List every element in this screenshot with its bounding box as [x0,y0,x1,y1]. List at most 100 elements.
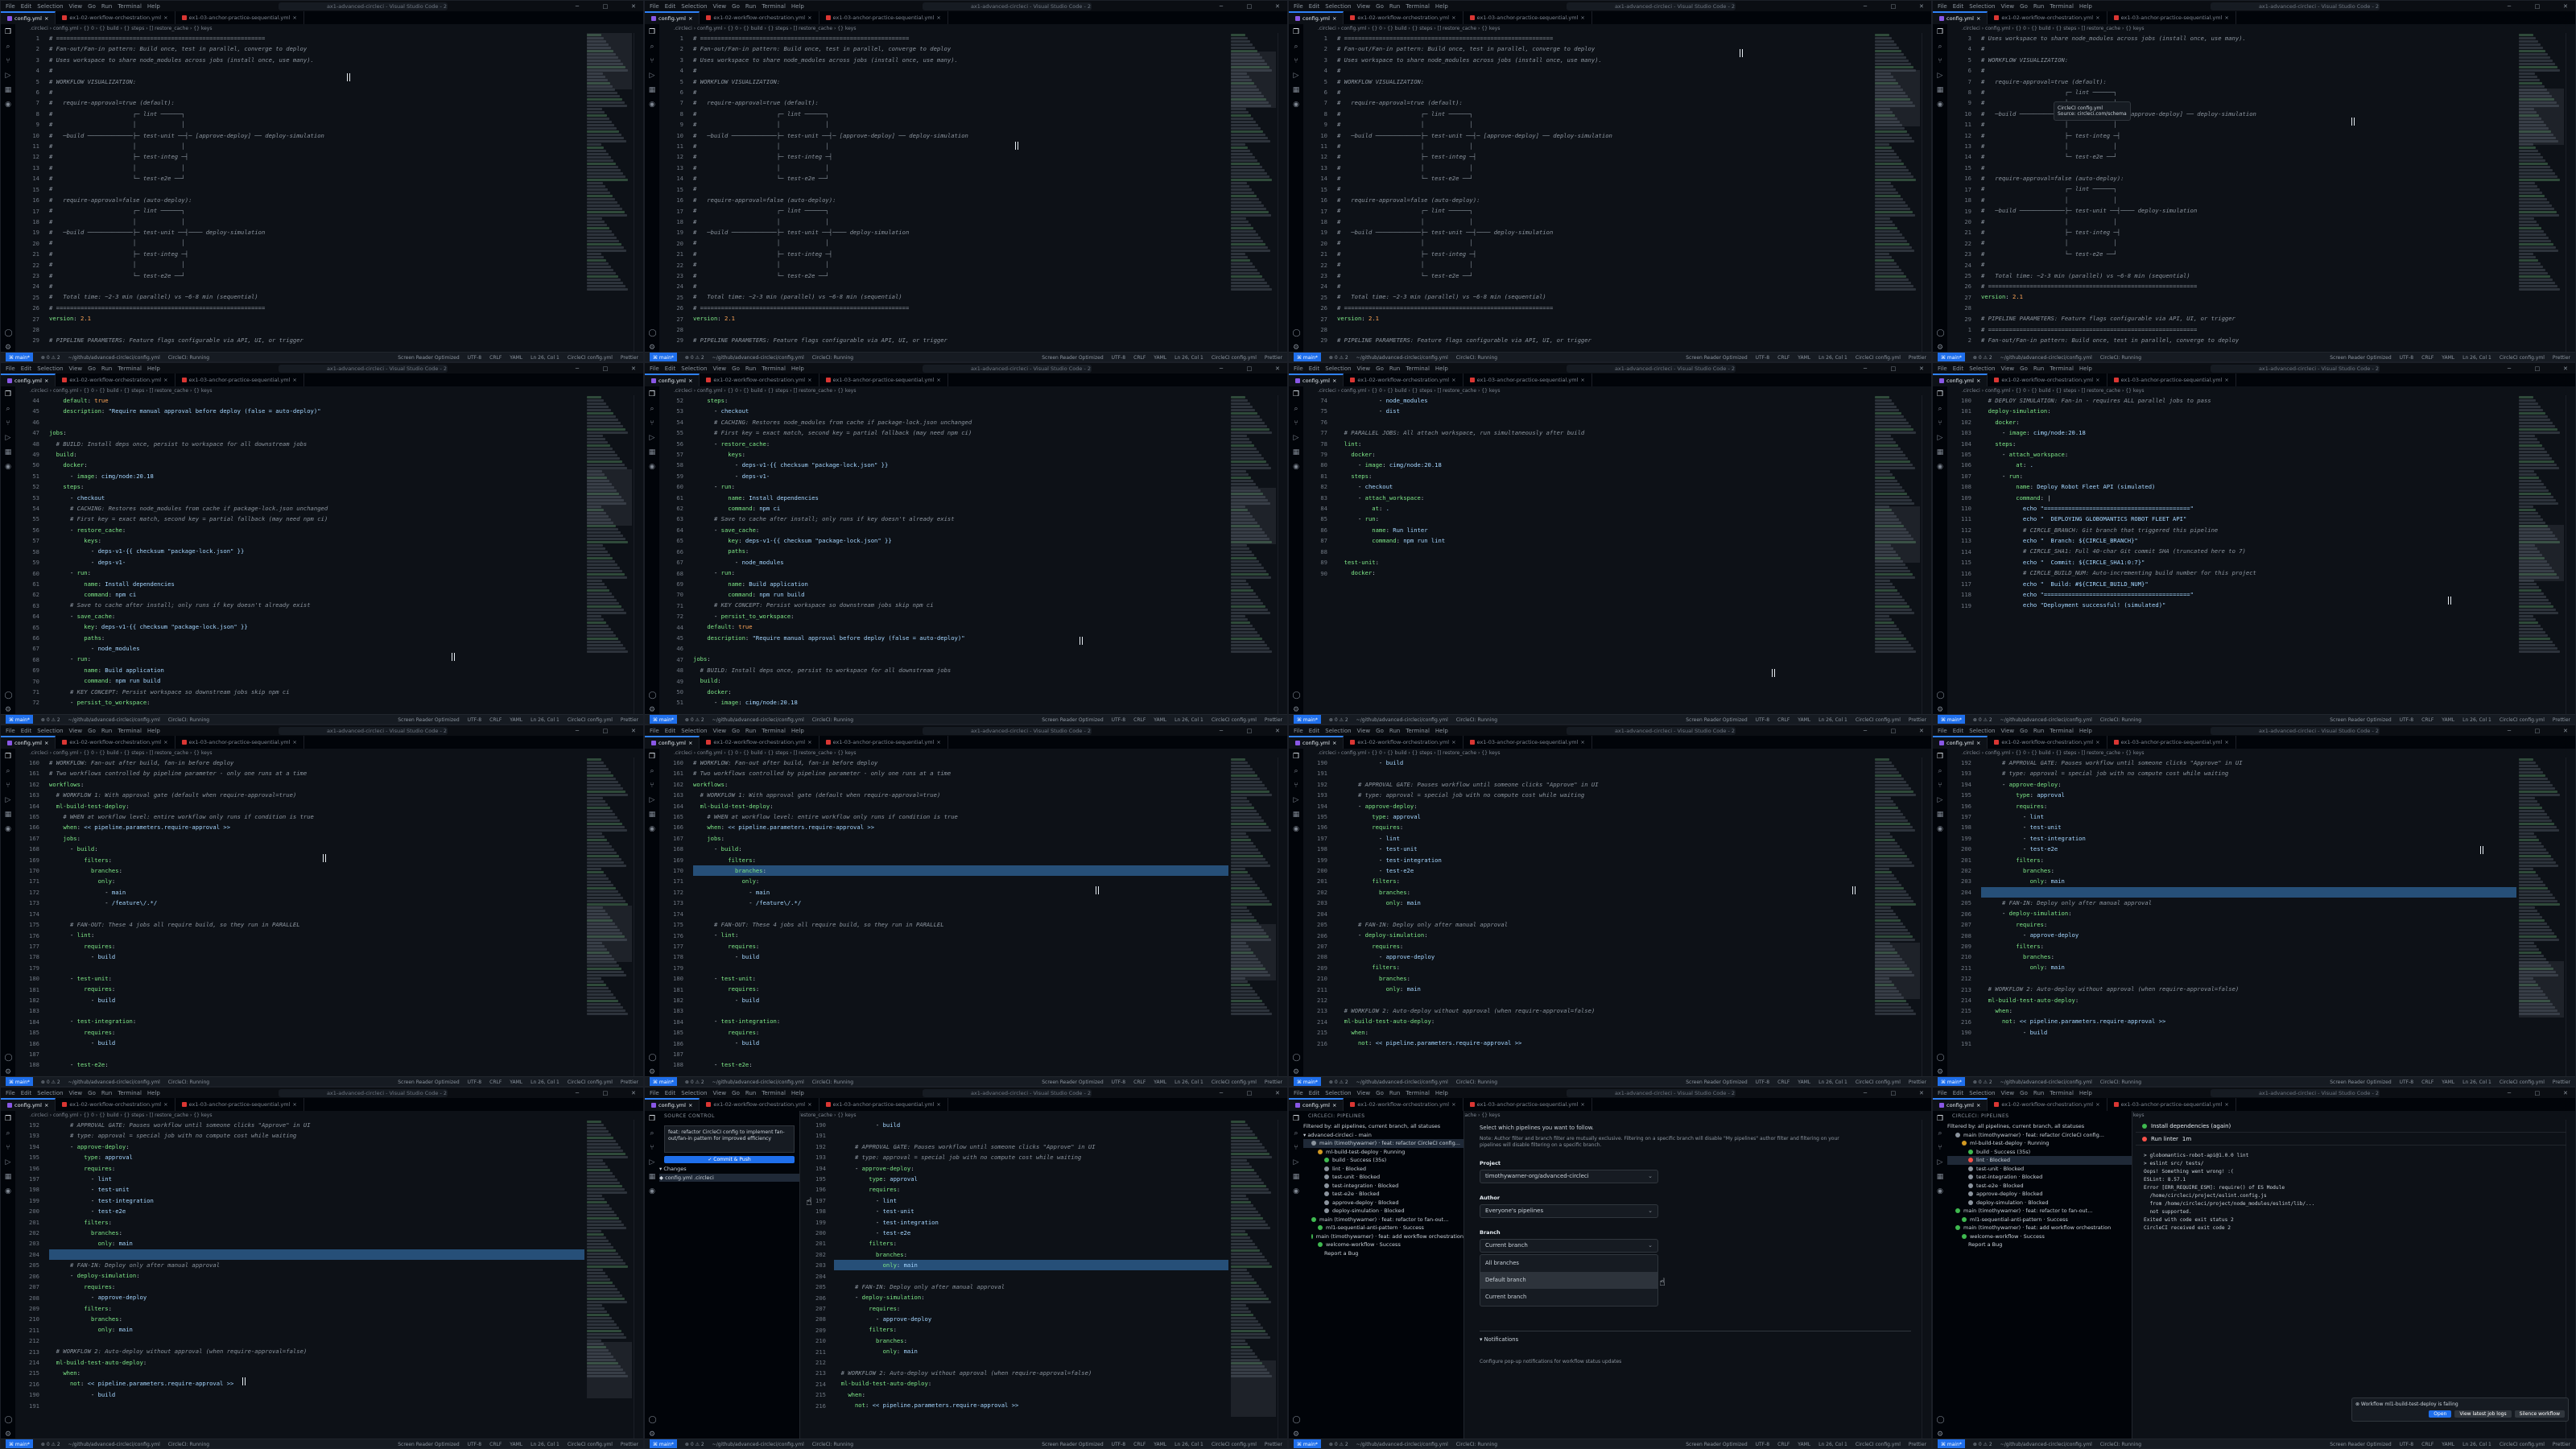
status-item[interactable]: ~/github/advanced-circleci/config.yml [2000,717,2092,723]
status-item[interactable]: CircleCI config.yml [1212,355,1257,361]
menu-item-selection[interactable]: Selection [681,728,707,734]
code-editor[interactable]: - node_modules - dist # PARALLEL JOBS: A… [1337,395,1872,714]
code-line[interactable]: - test-unit [834,1206,1228,1216]
menu-item-run[interactable]: Run [745,728,756,734]
settings-gear-icon[interactable]: ⚙ [649,1069,656,1076]
code-line[interactable]: # FAN-IN: Deploy only after manual appro… [834,1282,1228,1292]
status-item[interactable]: CircleCI: Running [812,717,853,723]
search-icon[interactable]: ⌕ [5,1130,12,1137]
extensions-icon[interactable]: ▦ [5,811,12,819]
circleci-icon[interactable]: ◉ [1937,1188,1944,1195]
code-line[interactable]: - build [693,952,1228,962]
minimap-slider[interactable] [587,33,632,89]
menu-item-terminal[interactable]: Terminal [118,1090,142,1096]
close-icon[interactable]: ✕ [1266,728,1287,734]
code-line[interactable]: # ======================================… [693,303,1228,313]
status-item[interactable]: Screen Reader Optimized [398,355,459,361]
code-line[interactable]: # Two workflows controlled by pipeline p… [49,768,584,778]
tab-config-yml[interactable]: config.yml × [1,736,56,749]
code-line[interactable]: command: npm ci [49,589,584,600]
minimize-icon[interactable]: ─ [1854,728,1876,734]
menu-item-view[interactable]: View [1357,3,1371,10]
code-line[interactable]: key: deps-v1-{{ checksum "package-lock.j… [693,535,1228,546]
tab-close-icon[interactable]: × [936,736,940,749]
account-icon[interactable]: ◯ [5,330,13,337]
code-line[interactable]: - deps-v1- [693,471,1228,481]
code-line[interactable]: # ┌─ lint ──────┐ [693,205,1228,216]
extensions-icon[interactable]: ▦ [649,449,656,456]
code-line[interactable]: ml-build-test-auto-deploy: [49,1357,584,1368]
code-line[interactable]: # │ │ [693,259,1228,270]
code-line[interactable]: default: true [49,395,584,406]
status-item[interactable]: CircleCI: Running [168,1080,209,1085]
pipeline-row[interactable]: main (timothywarner) · feat: refactor Ci… [1303,1139,1463,1148]
minimize-icon[interactable]: ─ [1210,1090,1232,1096]
code-line[interactable]: echo " Commit: ${CIRCLE_SHA1:0:7}" [1981,557,2516,568]
code-line[interactable]: - test-e2e [1981,844,2516,854]
code-line[interactable]: # ├─ test-integ ─┤ [1981,130,2516,141]
code-line[interactable]: - save_cache: [693,525,1228,535]
status-item[interactable]: Screen Reader Optimized [2330,1442,2391,1447]
menu-item-help[interactable]: Help [2079,3,2092,10]
circleci-icon[interactable]: ◉ [649,826,656,833]
status-item[interactable]: Ln 26, Col 1 [2462,1442,2491,1447]
code-line[interactable]: keys: [49,535,584,546]
status-item[interactable]: Prettier [1909,1442,1926,1447]
code-line[interactable]: - approve-deploy: [1337,801,1872,811]
pipeline-row[interactable]: main (timothywarner) · feat: add workflo… [1947,1224,2132,1232]
close-icon[interactable]: ✕ [1910,365,1931,372]
source-control-icon[interactable]: ⑂ [649,58,656,65]
code-line[interactable] [49,417,584,427]
code-line[interactable]: # ┌─ lint ──────┐ [693,109,1228,119]
code-line[interactable] [693,1049,1228,1059]
close-icon[interactable]: ✕ [1910,3,1931,10]
tab-close-icon[interactable]: × [2095,1098,2099,1111]
status-item[interactable]: ⊗ 0 ⚠ 2 [1329,355,1348,361]
status-item[interactable]: CircleCI config.yml [1856,717,1901,723]
menu-item-run[interactable]: Run [101,365,112,372]
status-item[interactable]: ~/github/advanced-circleci/config.yml [68,355,160,361]
code-line[interactable]: - build [1981,1027,2516,1038]
extensions-icon[interactable]: ▦ [1293,1174,1300,1181]
code-line[interactable]: - test-integration [1981,833,2516,844]
status-item[interactable]: ~/github/advanced-circleci/config.yml [68,717,160,723]
code-line[interactable]: workflows: [693,779,1228,790]
code-line[interactable]: requires: [49,1282,584,1292]
code-line[interactable]: - test-integration: [693,1016,1228,1026]
status-item[interactable]: Prettier [1909,355,1926,361]
run-debug-icon[interactable]: ▷ [5,1159,12,1166]
menu-item-run[interactable]: Run [1389,365,1400,372]
code-line[interactable]: description: "Require manual approval be… [49,406,584,416]
settings-gear-icon[interactable]: ⚙ [1937,1069,1944,1076]
status-item[interactable]: CircleCI config.yml [1856,355,1901,361]
settings-gear-icon[interactable]: ⚙ [1937,345,1944,352]
code-line[interactable]: steps: [1337,471,1872,481]
code-line[interactable]: # require-approval=false (auto-deploy): [1337,195,1872,205]
code-line[interactable]: - checkout [1337,481,1872,492]
run-debug-icon[interactable]: ▷ [5,797,12,804]
code-line[interactable]: branches: [1337,887,1872,898]
code-line[interactable]: filters: [1337,962,1872,972]
code-line[interactable]: # WORKFLOW 1: With approval gate (defaul… [693,790,1228,800]
account-icon[interactable]: ◯ [1937,692,1945,700]
minimize-icon[interactable]: ─ [1210,728,1232,734]
code-line[interactable]: # ======================================… [1981,324,2516,335]
tab-close-icon[interactable]: × [1332,1099,1336,1112]
tab-close-icon[interactable]: × [688,12,692,25]
menu-item-go[interactable]: Go [732,728,740,734]
menu-item-view[interactable]: View [713,365,727,372]
remote-indicator[interactable]: ⌘ main* [6,1439,33,1448]
code-editor[interactable]: # APPROVAL GATE: Pauses workflow until s… [1981,758,2516,1076]
search-icon[interactable]: ⌕ [1293,43,1300,51]
settings-gear-icon[interactable]: ⚙ [649,1431,656,1439]
code-line[interactable]: - lint [49,1174,584,1184]
close-icon[interactable]: ✕ [622,728,643,734]
code-line[interactable] [1337,908,1872,919]
tab-ex1-03-anchor-practice-sequential-yml[interactable]: ex1-03-anchor-practice-sequential.yml × [1463,11,1592,24]
status-item[interactable]: CircleCI config.yml [2500,1080,2545,1085]
pipeline-row[interactable]: test-e2e · Blocked [1947,1182,2132,1191]
tab-ex1-02-workflow-orchestration-yml[interactable]: ex1-02-workflow-orchestration.yml × [700,1098,819,1111]
command-center[interactable]: ax1-advanced-circleci - Visual Studio Co… [2210,726,2380,735]
circleci-icon[interactable]: ◉ [1937,464,1944,471]
code-line[interactable]: # └─ test-e2e ──┘ [49,270,584,281]
